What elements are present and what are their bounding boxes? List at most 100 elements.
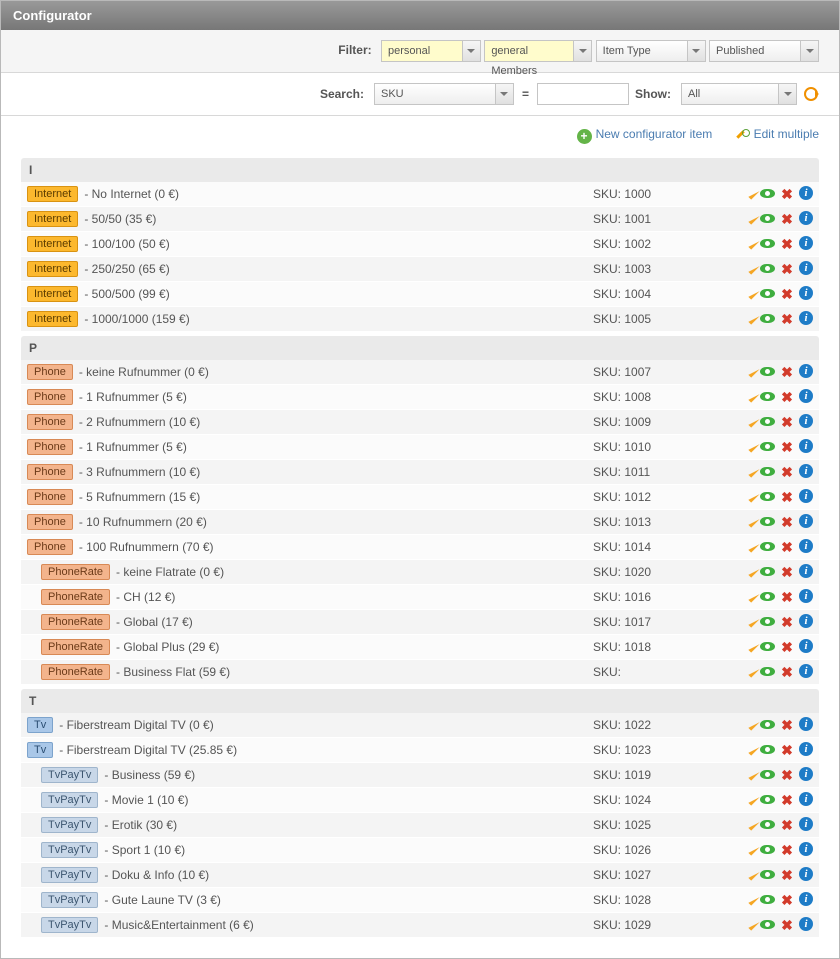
- delete-icon[interactable]: ✖: [779, 867, 795, 883]
- visibility-icon[interactable]: [760, 189, 775, 198]
- list-item[interactable]: TvPayTv - Gute Laune TV (3 €)SKU: 1028✖i: [21, 888, 819, 913]
- info-icon[interactable]: i: [799, 589, 813, 603]
- visibility-icon[interactable]: [760, 845, 775, 854]
- list-item[interactable]: Phone - 1 Rufnummer (5 €)SKU: 1008✖i: [21, 385, 819, 410]
- filter-published-select[interactable]: Published: [709, 40, 819, 62]
- info-icon[interactable]: i: [799, 842, 813, 856]
- list-item[interactable]: Internet - No Internet (0 €)SKU: 1000✖i: [21, 182, 819, 207]
- info-icon[interactable]: i: [799, 564, 813, 578]
- list-item[interactable]: Internet - 500/500 (99 €)SKU: 1004✖i: [21, 282, 819, 307]
- delete-icon[interactable]: ✖: [779, 464, 795, 480]
- edit-icon[interactable]: [748, 819, 759, 830]
- list-item[interactable]: PhoneRate - Global (17 €)SKU: 1017✖i: [21, 610, 819, 635]
- visibility-icon[interactable]: [760, 592, 775, 601]
- visibility-icon[interactable]: [760, 870, 775, 879]
- edit-icon[interactable]: [748, 366, 759, 377]
- delete-icon[interactable]: ✖: [779, 639, 795, 655]
- list-item[interactable]: TvPayTv - Erotik (30 €)SKU: 1025✖i: [21, 813, 819, 838]
- info-icon[interactable]: i: [799, 892, 813, 906]
- info-icon[interactable]: i: [799, 414, 813, 428]
- visibility-icon[interactable]: [760, 392, 775, 401]
- visibility-icon[interactable]: [760, 314, 775, 323]
- visibility-icon[interactable]: [760, 667, 775, 676]
- filter-personal-select[interactable]: personal: [381, 40, 481, 62]
- search-input[interactable]: [537, 83, 629, 105]
- delete-icon[interactable]: ✖: [779, 792, 795, 808]
- info-icon[interactable]: i: [799, 236, 813, 250]
- edit-icon[interactable]: [748, 616, 759, 627]
- list-item[interactable]: Internet - 1000/1000 (159 €)SKU: 1005✖i: [21, 307, 819, 332]
- list-item[interactable]: TvPayTv - Doku & Info (10 €)SKU: 1027✖i: [21, 863, 819, 888]
- visibility-icon[interactable]: [760, 417, 775, 426]
- delete-icon[interactable]: ✖: [779, 414, 795, 430]
- visibility-icon[interactable]: [760, 367, 775, 376]
- refresh-button[interactable]: [803, 86, 819, 102]
- filter-item-type-select[interactable]: Item Type: [596, 40, 706, 62]
- delete-icon[interactable]: ✖: [779, 742, 795, 758]
- edit-icon[interactable]: [748, 391, 759, 402]
- delete-icon[interactable]: ✖: [779, 514, 795, 530]
- list-item[interactable]: TvPayTv - Music&Entertainment (6 €)SKU: …: [21, 913, 819, 938]
- edit-multiple-link[interactable]: Edit multiple: [736, 127, 819, 141]
- visibility-icon[interactable]: [760, 214, 775, 223]
- edit-icon[interactable]: [748, 491, 759, 502]
- info-icon[interactable]: i: [799, 539, 813, 553]
- info-icon[interactable]: i: [799, 614, 813, 628]
- list-item[interactable]: Internet - 250/250 (65 €)SKU: 1003✖i: [21, 257, 819, 282]
- edit-icon[interactable]: [748, 213, 759, 224]
- info-icon[interactable]: i: [799, 742, 813, 756]
- list-item[interactable]: TvPayTv - Movie 1 (10 €)SKU: 1024✖i: [21, 788, 819, 813]
- delete-icon[interactable]: ✖: [779, 539, 795, 555]
- filter-members-select[interactable]: general Members: [484, 40, 592, 62]
- info-icon[interactable]: i: [799, 639, 813, 653]
- info-icon[interactable]: i: [799, 514, 813, 528]
- edit-icon[interactable]: [748, 441, 759, 452]
- info-icon[interactable]: i: [799, 489, 813, 503]
- edit-icon[interactable]: [748, 188, 759, 199]
- visibility-icon[interactable]: [760, 517, 775, 526]
- visibility-icon[interactable]: [760, 567, 775, 576]
- list-item[interactable]: PhoneRate - CH (12 €)SKU: 1016✖i: [21, 585, 819, 610]
- delete-icon[interactable]: ✖: [779, 717, 795, 733]
- edit-icon[interactable]: [748, 844, 759, 855]
- delete-icon[interactable]: ✖: [779, 614, 795, 630]
- list-item[interactable]: Phone - 100 Rufnummern (70 €)SKU: 1014✖i: [21, 535, 819, 560]
- visibility-icon[interactable]: [760, 617, 775, 626]
- visibility-icon[interactable]: [760, 795, 775, 804]
- edit-icon[interactable]: [748, 894, 759, 905]
- info-icon[interactable]: i: [799, 364, 813, 378]
- edit-icon[interactable]: [748, 794, 759, 805]
- delete-icon[interactable]: ✖: [779, 664, 795, 680]
- list-item[interactable]: PhoneRate - Global Plus (29 €)SKU: 1018✖…: [21, 635, 819, 660]
- info-icon[interactable]: i: [799, 211, 813, 225]
- delete-icon[interactable]: ✖: [779, 892, 795, 908]
- edit-icon[interactable]: [748, 744, 759, 755]
- edit-icon[interactable]: [748, 466, 759, 477]
- visibility-icon[interactable]: [760, 720, 775, 729]
- info-icon[interactable]: i: [799, 792, 813, 806]
- list-item[interactable]: PhoneRate - Business Flat (59 €)SKU: ✖i: [21, 660, 819, 685]
- edit-icon[interactable]: [748, 263, 759, 274]
- edit-icon[interactable]: [748, 591, 759, 602]
- info-icon[interactable]: i: [799, 286, 813, 300]
- edit-icon[interactable]: [748, 769, 759, 780]
- visibility-icon[interactable]: [760, 542, 775, 551]
- edit-icon[interactable]: [748, 416, 759, 427]
- edit-icon[interactable]: [748, 288, 759, 299]
- info-icon[interactable]: i: [799, 767, 813, 781]
- list-item[interactable]: Phone - 1 Rufnummer (5 €)SKU: 1010✖i: [21, 435, 819, 460]
- delete-icon[interactable]: ✖: [779, 564, 795, 580]
- list-item[interactable]: PhoneRate - keine Flatrate (0 €)SKU: 102…: [21, 560, 819, 585]
- delete-icon[interactable]: ✖: [779, 261, 795, 277]
- info-icon[interactable]: i: [799, 664, 813, 678]
- info-icon[interactable]: i: [799, 917, 813, 931]
- visibility-icon[interactable]: [760, 467, 775, 476]
- visibility-icon[interactable]: [760, 745, 775, 754]
- visibility-icon[interactable]: [760, 642, 775, 651]
- info-icon[interactable]: i: [799, 439, 813, 453]
- delete-icon[interactable]: ✖: [779, 489, 795, 505]
- list-item[interactable]: Internet - 50/50 (35 €)SKU: 1001✖i: [21, 207, 819, 232]
- edit-icon[interactable]: [748, 566, 759, 577]
- visibility-icon[interactable]: [760, 770, 775, 779]
- list-item[interactable]: Phone - keine Rufnummer (0 €)SKU: 1007✖i: [21, 360, 819, 385]
